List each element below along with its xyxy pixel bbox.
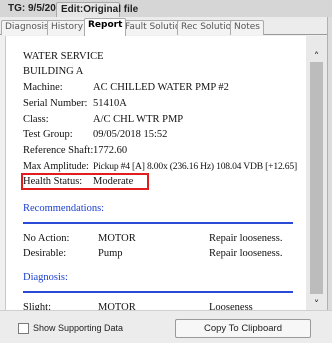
- diagnosis-component: MOTOR: [98, 302, 136, 310]
- test-group-label: Test Group:: [23, 129, 73, 140]
- health-status-label: Health Status:: [23, 176, 83, 187]
- show-supporting-data-checkbox[interactable]: [18, 323, 29, 335]
- window-right-edge: [327, 17, 332, 343]
- recommendation-action: Repair looseness.: [209, 233, 283, 244]
- recommendation-action: Repair looseness.: [209, 248, 283, 259]
- max-amplitude-value: Pickup #4 [A] 8.00x (236.16 Hz) 108.04 V…: [93, 161, 297, 172]
- report-panel: WATER SERVICE BUILDING A Machine: AC CHI…: [5, 36, 306, 310]
- health-status-value: Moderate: [93, 176, 134, 187]
- diagnosis-heading: Diagnosis:: [23, 272, 68, 283]
- recommendation-component: Pump: [98, 248, 123, 259]
- report-title-service: WATER SERVICE: [23, 51, 104, 62]
- diagnosis-fault: Looseness: [209, 302, 253, 310]
- report-tab-strip: Diagnosis History Report Fault Solution …: [0, 17, 332, 36]
- scrollbar-thumb[interactable]: [310, 62, 323, 294]
- recommendation-priority: Desirable:: [23, 248, 67, 259]
- tab-diagnosis[interactable]: Diagnosis: [1, 20, 53, 35]
- show-supporting-data-label: Show Supporting Data: [33, 323, 124, 333]
- test-group-value: 09/05/2018 15:52: [93, 129, 168, 140]
- tab-history[interactable]: History: [47, 20, 88, 35]
- recommendation-priority: No Action:: [23, 233, 70, 244]
- edit-file-tab[interactable]: Edit:Original file: [56, 2, 138, 17]
- copy-to-clipboard-button[interactable]: Copy To Clipboard: [175, 319, 311, 338]
- recommendations-divider: [23, 222, 293, 224]
- report-title-building: BUILDING A: [23, 66, 84, 77]
- diagnosis-divider: [23, 291, 293, 293]
- recommendations-heading: Recommendations:: [23, 203, 105, 214]
- reference-shaft-label: Reference Shaft:: [23, 145, 94, 156]
- diagnosis-severity: Slight:: [23, 302, 52, 310]
- report-scrollbar[interactable]: ˄ ˅: [306, 36, 327, 311]
- serial-number-value: 51410A: [93, 98, 127, 109]
- machine-value: AC CHILLED WATER PMP #2: [93, 82, 229, 93]
- recommendation-component: MOTOR: [98, 233, 136, 244]
- machine-label: Machine:: [23, 82, 63, 93]
- tab-notes[interactable]: Notes: [230, 20, 264, 35]
- class-label: Class:: [23, 114, 49, 125]
- reference-shaft-value: 1772.60: [93, 145, 128, 156]
- top-header-bar: TG: 9/5/2018 Edit:Original file: [0, 0, 332, 17]
- max-amplitude-label: Max Amplitude:: [23, 161, 89, 172]
- serial-number-label: Serial Number:: [23, 98, 88, 109]
- class-value: A/C CHL WTR PMP: [93, 114, 184, 125]
- show-supporting-data-option[interactable]: Show Supporting Data: [18, 323, 123, 337]
- report-footer: Show Supporting Data Copy To Clipboard: [0, 310, 332, 343]
- tab-report[interactable]: Report: [84, 18, 127, 36]
